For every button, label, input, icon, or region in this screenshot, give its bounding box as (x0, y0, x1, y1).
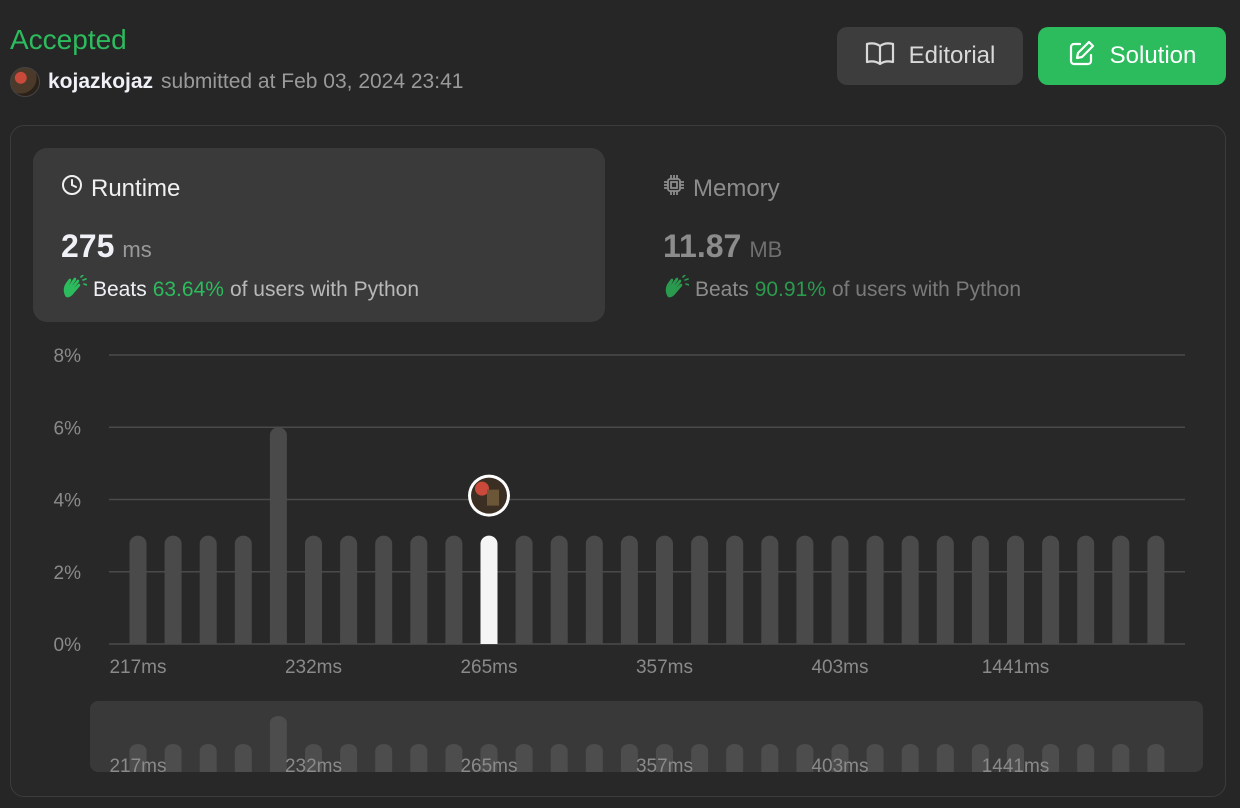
book-icon (865, 40, 895, 73)
bar-base (901, 636, 919, 644)
bar[interactable] (726, 535, 744, 644)
bar[interactable] (656, 535, 673, 644)
bar-base (305, 636, 322, 644)
bar-base (796, 636, 814, 644)
bar[interactable] (1007, 535, 1024, 644)
brush-tick-label: 357ms (636, 756, 693, 777)
submission-result-page: Accepted kojazkojaz submitted at Feb 03,… (0, 0, 1240, 808)
user-avatar-marker-detail (475, 481, 489, 496)
result-panel: Runtime 275 ms Beats 63.64% of users wit… (10, 125, 1226, 797)
bar[interactable] (1112, 535, 1130, 644)
bar-base (620, 636, 638, 644)
bar-base (129, 636, 147, 644)
y-tick-label: 4% (54, 491, 82, 512)
bar-base (164, 636, 182, 644)
bar[interactable] (761, 535, 779, 644)
x-tick-label: 403ms (811, 657, 868, 678)
bar-base (1007, 636, 1024, 644)
bar-base (340, 636, 358, 644)
edit-icon (1068, 39, 1096, 74)
user-avatar-marker-detail (487, 489, 499, 506)
bar[interactable] (269, 427, 287, 644)
bar[interactable] (234, 535, 252, 644)
bar-base (831, 636, 849, 644)
bar[interactable] (831, 535, 849, 644)
bar-base (656, 636, 673, 644)
bar-base (971, 636, 989, 644)
username-link[interactable]: kojazkojaz (48, 70, 153, 94)
brush-tick-label: 265ms (460, 756, 517, 777)
bar[interactable] (340, 535, 358, 644)
bar-base (936, 636, 954, 644)
bar[interactable] (866, 535, 884, 644)
x-tick-label: 217ms (109, 657, 166, 678)
bar[interactable] (550, 535, 568, 644)
bar[interactable] (375, 535, 393, 644)
bar-base (866, 636, 884, 644)
y-tick-label: 6% (54, 418, 82, 439)
bar-base (234, 636, 252, 644)
bar[interactable] (410, 535, 428, 644)
y-tick-label: 0% (54, 635, 82, 656)
bar-base (199, 636, 217, 644)
submission-info: kojazkojaz submitted at Feb 03, 2024 23:… (10, 67, 464, 97)
x-tick-label: 1441ms (982, 657, 1050, 678)
bar[interactable] (796, 535, 814, 644)
bar-base (269, 636, 287, 644)
bar-base (1112, 636, 1130, 644)
solution-label: Solution (1109, 42, 1197, 69)
bar[interactable] (620, 535, 638, 644)
bar[interactable] (515, 535, 533, 644)
runtime-distribution-chart: 0% 2% 4% 6% 8% 217ms 232ms 265ms 357ms 403ms 1441m… (11, 126, 1225, 796)
bar-base (445, 636, 463, 644)
bar-base (1147, 636, 1165, 644)
bar[interactable] (901, 535, 919, 644)
bar-base (585, 636, 603, 644)
x-tick-label: 357ms (636, 657, 693, 678)
y-tick-label: 8% (54, 346, 82, 367)
bar[interactable] (199, 535, 217, 644)
solution-button[interactable]: Solution (1038, 27, 1226, 85)
bar-base (691, 636, 709, 644)
submission-status: Accepted (10, 24, 127, 55)
bar[interactable] (129, 535, 147, 644)
bar-base (726, 636, 744, 644)
bar-base (375, 636, 393, 644)
bar-base (550, 636, 568, 644)
brush-tick-label: 217ms (109, 756, 166, 777)
editorial-label: Editorial (908, 42, 996, 69)
bar[interactable] (1147, 535, 1165, 644)
x-tick-label: 232ms (285, 657, 342, 678)
bar[interactable] (936, 535, 954, 644)
chart-svg: 0% 2% 4% 6% 8% 217ms 232ms 265ms 357ms 403ms 1441m… (54, 346, 1203, 784)
brush-tick-label: 232ms (285, 756, 342, 777)
bar-highlight-base (480, 636, 498, 644)
brush-tick-label: 1441ms (982, 756, 1050, 777)
x-tick-label: 265ms (460, 657, 517, 678)
bar[interactable] (585, 535, 603, 644)
y-tick-label: 2% (54, 563, 82, 584)
editorial-button[interactable]: Editorial (837, 27, 1023, 85)
bar[interactable] (971, 535, 989, 644)
bar-base (1042, 636, 1060, 644)
bar-base (761, 636, 779, 644)
submitted-at-text: submitted at Feb 03, 2024 23:41 (161, 70, 464, 93)
bar[interactable] (691, 535, 709, 644)
bar[interactable] (445, 535, 463, 644)
bar[interactable] (164, 535, 182, 644)
user-avatar[interactable] (10, 67, 40, 97)
bar[interactable] (1077, 535, 1095, 644)
bar[interactable] (1042, 535, 1060, 644)
bar-base (410, 636, 428, 644)
bar[interactable] (305, 535, 322, 644)
bar-base (1077, 636, 1095, 644)
bar-base (515, 636, 533, 644)
bar-highlight[interactable] (480, 535, 498, 644)
brush-tick-label: 403ms (811, 756, 868, 777)
